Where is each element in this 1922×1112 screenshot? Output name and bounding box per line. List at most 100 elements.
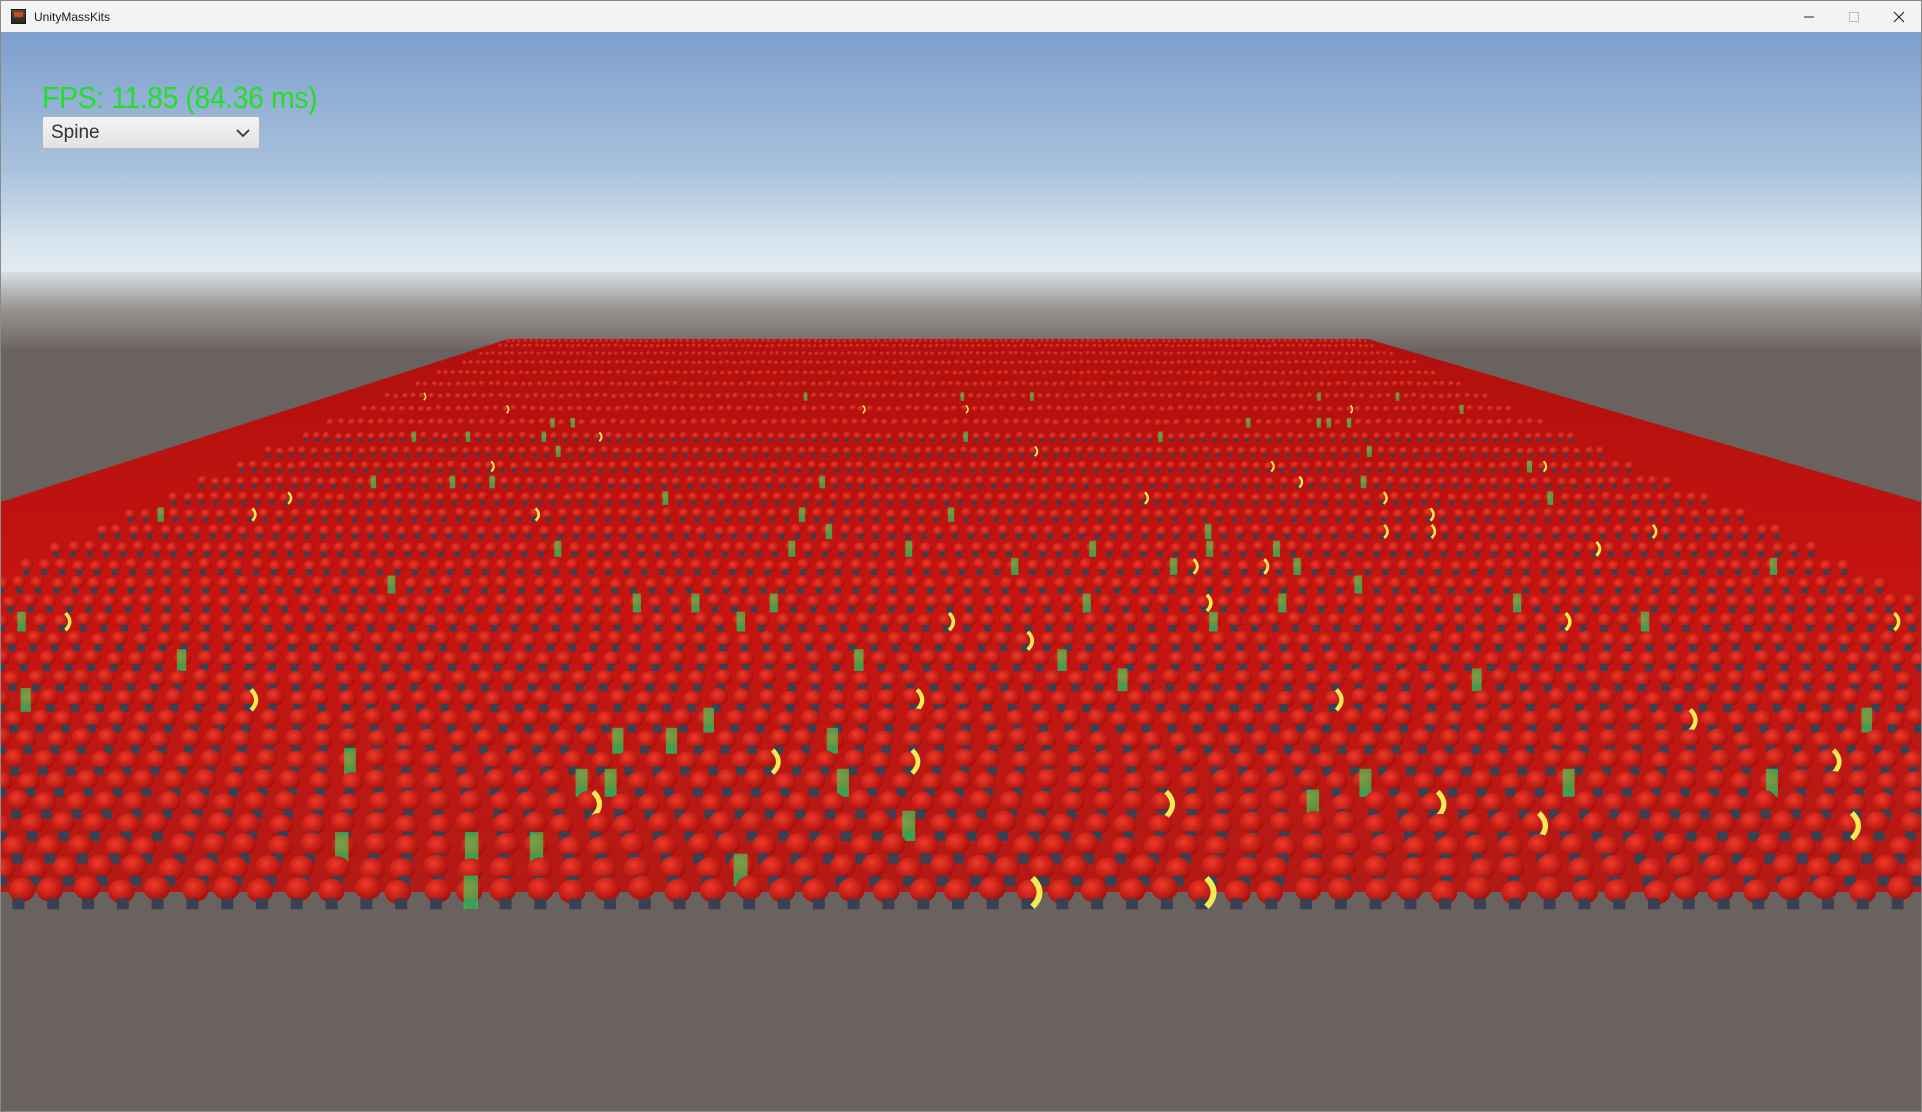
character-unit [195, 492, 207, 502]
character-body [718, 453, 723, 457]
character-body [1590, 500, 1595, 505]
character-body [877, 438, 881, 442]
character-unit [867, 381, 874, 388]
character-unit [536, 381, 543, 387]
character-body [1205, 704, 1214, 712]
character-unit [1454, 393, 1462, 400]
character-unit [1371, 576, 1386, 589]
character-unit [1739, 525, 1752, 536]
character-body [1661, 683, 1670, 692]
character-body [499, 468, 504, 473]
character-unit [366, 541, 379, 554]
heal-effect [769, 593, 778, 613]
character-unit [842, 360, 848, 365]
character-unit [1430, 593, 1445, 608]
character-body [1581, 644, 1589, 652]
character-unit [1251, 370, 1257, 376]
character-body [1848, 664, 1857, 671]
character-unit [1066, 351, 1072, 356]
character-body [417, 453, 422, 457]
character-unit [1316, 405, 1324, 412]
character-body [1172, 644, 1180, 652]
character-unit [923, 670, 942, 687]
character-body [946, 606, 954, 613]
character-body [1381, 517, 1387, 522]
character-unit [705, 360, 711, 365]
character-body [285, 625, 293, 632]
character-unit [476, 669, 494, 686]
character-unit [1211, 650, 1230, 666]
character-unit [1423, 381, 1430, 388]
character-unit [1303, 728, 1325, 747]
character-body [675, 625, 683, 632]
character-unit [657, 380, 664, 387]
character-unit [1079, 558, 1093, 571]
character-body [695, 453, 700, 457]
character-body [182, 569, 189, 575]
character-unit [1201, 343, 1206, 348]
character-unit [869, 460, 880, 470]
character-body [128, 517, 134, 522]
character-unit [649, 343, 655, 349]
character-unit [264, 446, 274, 455]
character-unit [1433, 612, 1450, 627]
character-unit [1272, 392, 1279, 399]
character-body [352, 644, 361, 652]
character-unit [468, 418, 476, 426]
character-body [213, 500, 219, 505]
character-unit [999, 576, 1014, 590]
character-unit [1598, 708, 1619, 727]
close-button[interactable] [1876, 1, 1921, 32]
game-viewport[interactable]: FPS: 11.85 (84.36 ms) Spine [1, 32, 1921, 1111]
character-unit [665, 351, 670, 356]
character-unit [1154, 460, 1164, 470]
character-body [396, 517, 402, 522]
title-bar[interactable]: UnityMassKits [1, 1, 1921, 33]
character-body [1575, 453, 1580, 457]
character-body [1143, 468, 1148, 473]
character-unit [711, 351, 716, 356]
character-unit [807, 338, 812, 343]
character-unit [355, 558, 369, 571]
maximize-button[interactable] [1831, 1, 1876, 32]
character-unit [793, 393, 801, 400]
character-body [1304, 468, 1309, 473]
character-unit [552, 360, 558, 366]
character-unit [1134, 360, 1140, 366]
character-unit [1133, 392, 1140, 399]
character-body [784, 517, 790, 522]
character-unit [906, 381, 913, 387]
character-body [395, 724, 405, 733]
character-unit [503, 344, 509, 349]
heal-effect [1366, 445, 1372, 457]
character-body [161, 625, 169, 632]
heal-effect [1640, 611, 1650, 632]
character-body [1406, 766, 1416, 776]
character-body [1638, 484, 1643, 489]
heal-effect [1030, 392, 1034, 401]
character-unit [1635, 475, 1646, 485]
character-unit [847, 727, 868, 747]
character-unit [540, 370, 546, 376]
character-unit [1486, 405, 1494, 412]
character-body [1038, 517, 1044, 522]
character-unit [538, 359, 544, 365]
character-body [834, 587, 841, 594]
character-body [1463, 500, 1469, 505]
character-unit [667, 338, 673, 343]
character-unit [790, 523, 803, 535]
character-body [1172, 517, 1178, 522]
character-body [1861, 644, 1870, 652]
minimize-button[interactable] [1786, 1, 1831, 32]
character-body [1103, 664, 1112, 671]
character-body [1295, 500, 1300, 505]
character-body [772, 551, 778, 557]
character-body [963, 517, 969, 522]
character-unit [774, 405, 782, 413]
character-unit [259, 709, 280, 727]
character-unit [902, 524, 914, 536]
character-body [1004, 484, 1010, 489]
character-unit [599, 380, 607, 387]
character-unit [1335, 338, 1340, 343]
character-unit [1031, 650, 1050, 666]
